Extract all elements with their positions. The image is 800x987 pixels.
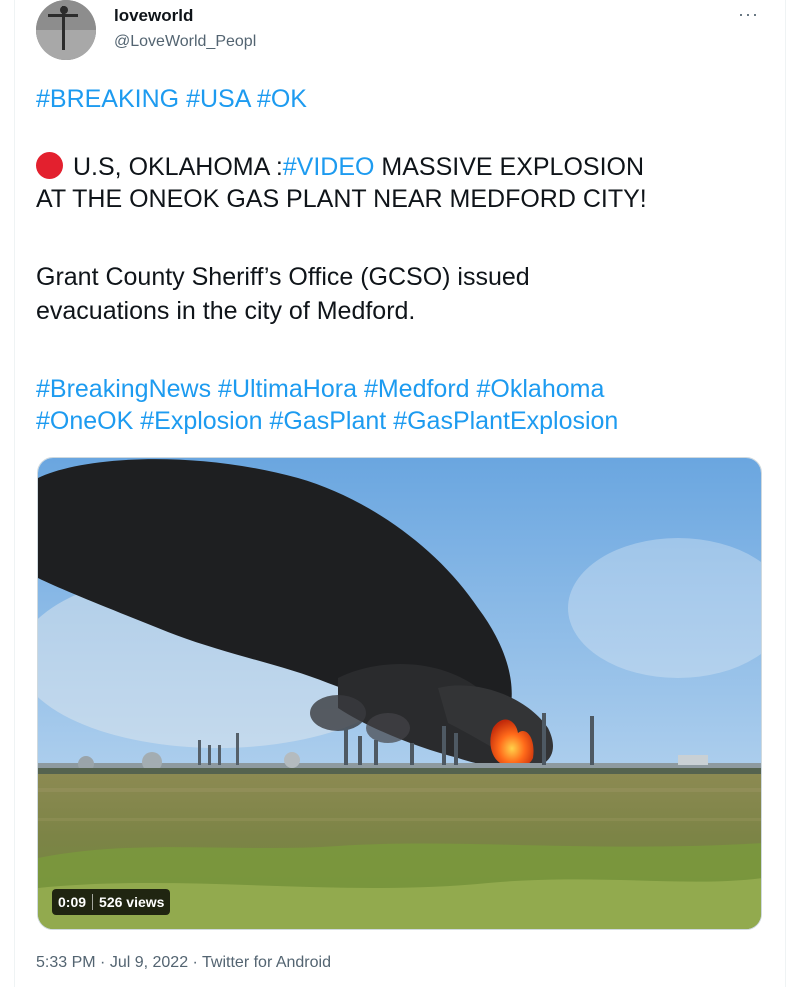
avatar[interactable] — [36, 0, 96, 60]
tweet-time[interactable]: 5:33 PM — [36, 954, 96, 971]
headline-prefix: U.S, OKLAHOMA : — [73, 153, 283, 181]
hashtag-link[interactable]: #OK — [257, 85, 307, 113]
hashtag-link[interactable]: #BREAKING — [36, 85, 179, 113]
tweet-line-headline-2: AT THE ONEOK GAS PLANT NEAR MEDFORD CITY… — [36, 185, 647, 213]
hashtag-link[interactable]: #VIDEO — [283, 153, 375, 181]
video-frame — [38, 458, 761, 929]
hashtag-link[interactable]: #Oklahoma — [477, 375, 605, 403]
hashtag-link[interactable]: #UltimaHora — [218, 375, 357, 403]
video-player[interactable] — [37, 457, 762, 930]
hashtag-link[interactable]: #Explosion — [140, 407, 262, 435]
meta-separator: · — [188, 954, 203, 971]
video-duration: 0:09 — [58, 894, 87, 910]
tweet-line-hashtags-2: #OneOK #Explosion #GasPlant #GasPlantExp… — [36, 406, 756, 437]
tweet-line-body-2: evacuations in the city of Medford. — [36, 297, 416, 325]
meta-separator: · — [95, 954, 110, 971]
video-stats-badge: 0:09 526 views — [52, 889, 171, 915]
tweet-date[interactable]: Jul 9, 2022 — [110, 954, 188, 971]
display-name[interactable]: loveworld — [114, 6, 193, 26]
tweet-source[interactable]: Twitter for Android — [202, 954, 331, 971]
hashtag-link[interactable]: #Medford — [364, 375, 470, 403]
headline-suffix: MASSIVE EXPLOSION — [374, 153, 645, 181]
tweet-line-hashtags-top: #BREAKING #USA #OK — [36, 84, 756, 115]
tweet-meta: 5:33 PM · Jul 9, 2022 · Twitter for Andr… — [36, 954, 331, 972]
hashtag-link[interactable]: #BreakingNews — [36, 375, 211, 403]
hashtag-link[interactable]: #OneOK — [36, 407, 133, 435]
user-handle[interactable]: @LoveWorld_Peopl — [114, 33, 256, 51]
hashtag-link[interactable]: #USA — [186, 85, 250, 113]
tweet-line-hashtags-1: #BreakingNews #UltimaHora #Medford #Okla… — [36, 374, 756, 405]
tweet-line-headline-1: U.S, OKLAHOMA :#VIDEO MASSIVE EXPLOSION — [36, 152, 756, 183]
hashtag-link[interactable]: #GasPlantExplosion — [393, 407, 618, 435]
video-views: 526 views — [99, 894, 165, 910]
more-options-icon[interactable]: ··· — [738, 4, 759, 25]
red-circle-icon — [36, 152, 63, 179]
hashtag-link[interactable]: #GasPlant — [270, 407, 387, 435]
tweet-line-body-1: Grant County Sheriff’s Office (GCSO) iss… — [36, 263, 530, 291]
